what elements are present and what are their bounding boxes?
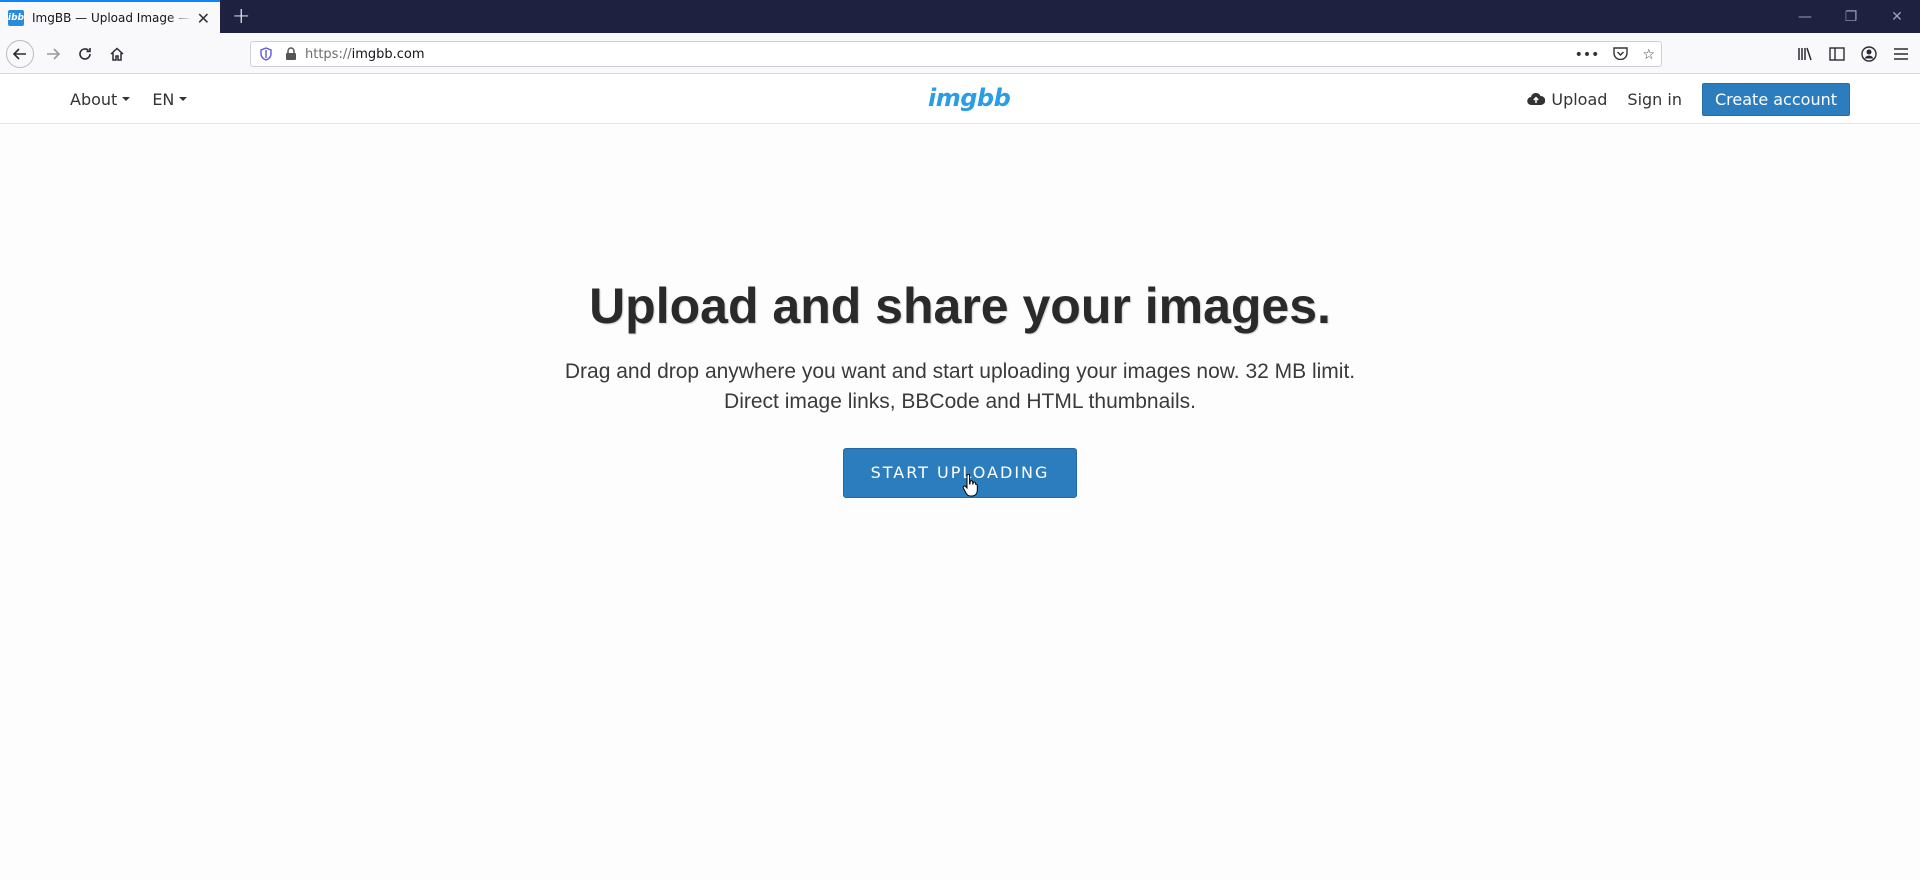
browser-tab[interactable]: ibb ImgBB — Upload Image — Free ✕ (0, 0, 220, 33)
hero-description: Drag and drop anywhere you want and star… (564, 360, 1356, 413)
url-bar[interactable]: https://imgbb.com ••• ☆ (250, 41, 1662, 67)
minimize-icon[interactable]: — (1782, 0, 1828, 33)
browser-titlebar: ibb ImgBB — Upload Image — Free ✕ + — ❐ … (0, 0, 1920, 33)
url-text[interactable]: https://imgbb.com (305, 47, 425, 62)
language-label: EN (152, 89, 175, 109)
pocket-icon[interactable] (1613, 46, 1629, 64)
browser-toolbar: https://imgbb.com ••• ☆ (0, 33, 1920, 74)
hero-title: Upload and share your images. (589, 278, 1331, 334)
about-label: About (70, 89, 118, 109)
restore-icon[interactable]: ❐ (1828, 0, 1874, 33)
hand-cursor-icon (962, 474, 978, 497)
imgbb-logo[interactable]: imgbb (928, 84, 1011, 112)
chevron-down-icon (179, 97, 188, 101)
upload-link[interactable]: Upload (1527, 90, 1607, 109)
reload-icon[interactable] (72, 41, 98, 67)
close-window-icon[interactable]: ✕ (1874, 0, 1920, 33)
shield-icon[interactable] (259, 47, 273, 61)
cloud-upload-icon (1527, 92, 1546, 106)
tab-title: ImgBB — Upload Image — Free (32, 10, 192, 25)
sidebar-icon[interactable] (1828, 41, 1846, 67)
account-icon[interactable] (1860, 41, 1878, 67)
new-tab-button[interactable]: + (232, 4, 250, 29)
start-uploading-button[interactable]: START UPLOADING (843, 448, 1077, 498)
hamburger-icon[interactable] (1892, 41, 1910, 67)
more-icon[interactable]: ••• (1575, 47, 1600, 63)
chevron-down-icon (122, 97, 131, 101)
about-dropdown[interactable]: About (70, 89, 131, 109)
lock-icon[interactable] (285, 47, 297, 61)
language-dropdown[interactable]: EN (152, 89, 188, 109)
home-icon[interactable] (104, 41, 130, 67)
imgbb-favicon: ibb (8, 9, 24, 26)
upload-label: Upload (1551, 89, 1608, 109)
site-header: About EN imgbb Upload Sign in Create acc… (0, 74, 1920, 124)
create-account-button[interactable]: Create account (1702, 82, 1850, 116)
forward-arrow-icon[interactable] (40, 41, 66, 67)
tab-close-icon[interactable]: ✕ (197, 9, 210, 28)
back-arrow-icon[interactable] (6, 40, 34, 68)
star-icon[interactable]: ☆ (1642, 47, 1655, 63)
hero-section: Upload and share your images. Drag and d… (0, 277, 1920, 498)
library-icon[interactable] (1796, 41, 1814, 67)
signin-link[interactable]: Sign in (1627, 90, 1682, 109)
